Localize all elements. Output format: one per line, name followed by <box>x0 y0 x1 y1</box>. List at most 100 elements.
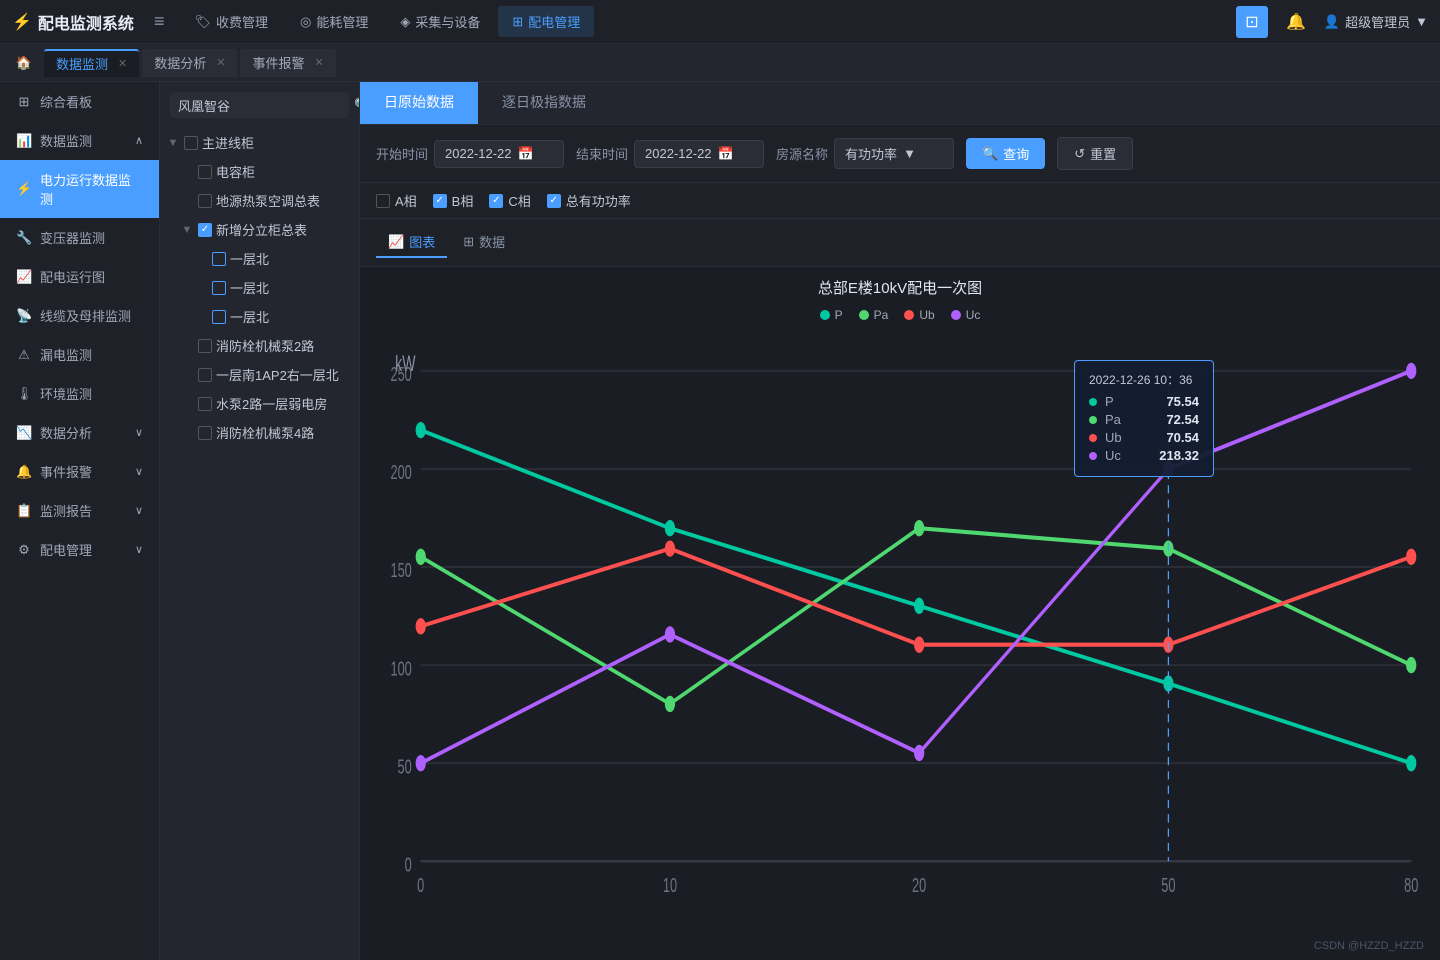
sidebar-item-dashboard[interactable]: ⊞ 综合看板 <box>0 82 159 121</box>
tree-node-floor1-south[interactable]: 一层南1AP2右一层北 <box>160 360 359 389</box>
tooltip-label-pa: Pa <box>1105 412 1158 427</box>
checkbox-fp4[interactable] <box>198 426 212 440</box>
checkbox-fp2[interactable] <box>198 339 212 353</box>
source-label: 房源名称 <box>776 144 828 163</box>
tooltip-value-pa: 72.54 <box>1166 412 1199 427</box>
sidebar-item-monitor-report[interactable]: 📋 监测报告 ∨ <box>0 491 159 530</box>
checkbox-main-bus[interactable] <box>184 136 198 150</box>
sidebar-item-event-alarm[interactable]: 🔔 事件报警 ∨ <box>0 452 159 491</box>
sidebar-item-data-monitor[interactable]: 📊 数据监测 ∧ <box>0 121 159 160</box>
cb-box-b[interactable]: ✓ <box>433 194 447 208</box>
tree-node-floor1-north-3[interactable]: 一层北 <box>160 302 359 331</box>
tab-event-alarm-close[interactable]: ✕ <box>314 56 323 69</box>
checkbox-new-cabinet[interactable]: ✓ <box>198 223 212 237</box>
cb-phase-a[interactable]: A相 <box>376 191 417 210</box>
top-nav: ⚡ 配电监测系统 ≡ 🏷 收费管理 ◎ 能耗管理 ◈ 采集与设备 ⊞ 配电管理 … <box>0 0 1440 44</box>
cb-box-total[interactable]: ✓ <box>547 194 561 208</box>
start-date-value: 2022-12-22 <box>445 146 512 161</box>
tree-node-floor1-north-1[interactable]: 一层北 <box>160 244 359 273</box>
tab-data-analysis-close[interactable]: ✕ <box>216 56 225 69</box>
start-date-input[interactable]: 2022-12-22 📅 <box>434 140 564 168</box>
svg-text:250: 250 <box>390 363 411 386</box>
tab-raw-data[interactable]: 日原始数据 <box>360 82 478 124</box>
chart-tab-data[interactable]: ⊞ 数据 <box>451 227 517 258</box>
user-info[interactable]: 👤 超级管理员 ▼ <box>1324 12 1428 31</box>
bell-icon[interactable]: 🔔 <box>1280 6 1312 38</box>
nav-item-nenghao[interactable]: ◎ 能耗管理 <box>286 6 382 37</box>
cb-box-c[interactable]: ✓ <box>489 194 503 208</box>
tooltip-dot-pa <box>1089 416 1097 424</box>
tree-node-capacitor[interactable]: 电容柜 <box>160 157 359 186</box>
chart-tab-graph-icon: 📈 <box>388 234 404 250</box>
svg-text:150: 150 <box>390 559 411 582</box>
sidebar-item-distribution-diagram[interactable]: 📈 配电运行图 <box>0 257 159 296</box>
sidebar-item-data-analysis[interactable]: 📉 数据分析 ∨ <box>0 413 159 452</box>
checkbox-f1n1[interactable] <box>212 252 226 266</box>
tree-node-new-cabinet[interactable]: ▼ ✓ 新增分立柜总表 <box>160 215 359 244</box>
legend-dot-p <box>820 310 830 320</box>
end-date-input[interactable]: 2022-12-22 📅 <box>634 140 764 168</box>
tab-data-monitor[interactable]: 数据监测 ✕ <box>44 49 139 77</box>
screen-icon[interactable]: ⊡ <box>1236 6 1268 38</box>
sidebar-item-environment[interactable]: 🌡 环境监测 <box>0 374 159 413</box>
tab-data-analysis[interactable]: 数据分析 ✕ <box>142 49 237 77</box>
chart-svg-container: kW 250 200 150 100 50 0 <box>376 330 1424 943</box>
sidebar: ⊞ 综合看板 📊 数据监测 ∧ ⚡ 电力运行数据监测 🔧 变压器监测 📈 配电运… <box>0 82 160 960</box>
sidebar-item-distribution-management[interactable]: ⚙ 配电管理 ∨ <box>0 530 159 569</box>
query-button[interactable]: 🔍 查询 <box>966 138 1045 169</box>
main-layout: ⊞ 综合看板 📊 数据监测 ∧ ⚡ 电力运行数据监测 🔧 变压器监测 📈 配电运… <box>0 82 1440 960</box>
checkbox-f1s[interactable] <box>198 368 212 382</box>
top-nav-items: 🏷 收费管理 ◎ 能耗管理 ◈ 采集与设备 ⊞ 配电管理 <box>180 6 1235 37</box>
nav-item-shoufe[interactable]: 🏷 收费管理 <box>180 6 282 37</box>
tab-event-alarm[interactable]: 事件报警 ✕ <box>240 49 335 77</box>
cb-phase-b[interactable]: ✓ B相 <box>433 191 474 210</box>
tree-panel: 🔍 ▼ 主进线柜 电容柜 地源热泵空调总表 ▼ ✓ 新增分立柜总表 <box>160 82 360 960</box>
chart-tab-graph[interactable]: 📈 图表 <box>376 227 447 258</box>
checkbox-f1n3[interactable] <box>212 310 226 324</box>
menu-hamburger-icon[interactable]: ≡ <box>154 11 165 32</box>
cb-label-a: A相 <box>395 191 417 210</box>
tooltip-row-p: P 75.54 <box>1089 394 1199 409</box>
tree-node-floor1-north-2[interactable]: 一层北 <box>160 273 359 302</box>
sidebar-label-transformer: 变压器监测 <box>40 228 105 247</box>
checkbox-f1n2[interactable] <box>212 281 226 295</box>
tree-label-main-bus: 主进线柜 <box>202 133 349 152</box>
tab-daily-index[interactable]: 逐日极指数据 <box>478 82 610 124</box>
sidebar-label-data-analysis: 数据分析 <box>40 423 92 442</box>
svg-text:0: 0 <box>417 874 424 897</box>
source-select[interactable]: 有功功率 ▼ <box>834 138 954 169</box>
cb-phase-c[interactable]: ✓ C相 <box>489 191 530 210</box>
user-avatar-icon: 👤 <box>1324 14 1340 30</box>
tab-data-analysis-label: 数据分析 <box>154 53 206 72</box>
legend-dot-pa <box>859 310 869 320</box>
sidebar-item-transformer[interactable]: 🔧 变压器监测 <box>0 218 159 257</box>
home-tab-button[interactable]: 🏠 <box>8 49 40 77</box>
leakage-icon: ⚠ <box>16 347 32 363</box>
nav-item-caiji[interactable]: ◈ 采集与设备 <box>386 6 494 37</box>
tree-node-fire-pump4[interactable]: 消防栓机械泵4路 <box>160 418 359 447</box>
expand-icon: ▼ <box>166 137 180 149</box>
sidebar-item-leakage[interactable]: ⚠ 漏电监测 <box>0 335 159 374</box>
tree-label-wp2: 水泵2路一层弱电房 <box>216 394 349 413</box>
tree-search-input[interactable] <box>178 98 354 113</box>
checkbox-heat-pump[interactable] <box>198 194 212 208</box>
tooltip-row-ub: Ub 70.54 <box>1089 430 1199 445</box>
tree-node-heat-pump[interactable]: 地源热泵空调总表 <box>160 186 359 215</box>
tree-label-f1n3: 一层北 <box>230 307 349 326</box>
reset-button[interactable]: ↺ 重置 <box>1057 137 1133 170</box>
tooltip-row-uc: Uc 218.32 <box>1089 448 1199 463</box>
tree-label-heat-pump: 地源热泵空调总表 <box>216 191 349 210</box>
cb-box-a[interactable] <box>376 194 390 208</box>
cb-total-power[interactable]: ✓ 总有功功率 <box>547 191 631 210</box>
nav-item-peidianguanli[interactable]: ⊞ 配电管理 <box>498 6 594 37</box>
sidebar-item-electric-monitor[interactable]: ⚡ 电力运行数据监测 <box>0 160 159 218</box>
checkbox-capacitor[interactable] <box>198 165 212 179</box>
tree-node-water-pump2[interactable]: 水泵2路一层弱电房 <box>160 389 359 418</box>
checkbox-wp2[interactable] <box>198 397 212 411</box>
tab-data-monitor-close[interactable]: ✕ <box>118 57 127 70</box>
chart-tab-data-label: 数据 <box>479 232 505 251</box>
tree-node-fire-pump2[interactable]: 消防栓机械泵2路 <box>160 331 359 360</box>
sidebar-item-cable[interactable]: 📡 线缆及母排监测 <box>0 296 159 335</box>
chart-tab-data-icon: ⊞ <box>463 234 474 250</box>
tree-node-main-bus[interactable]: ▼ 主进线柜 <box>160 128 359 157</box>
